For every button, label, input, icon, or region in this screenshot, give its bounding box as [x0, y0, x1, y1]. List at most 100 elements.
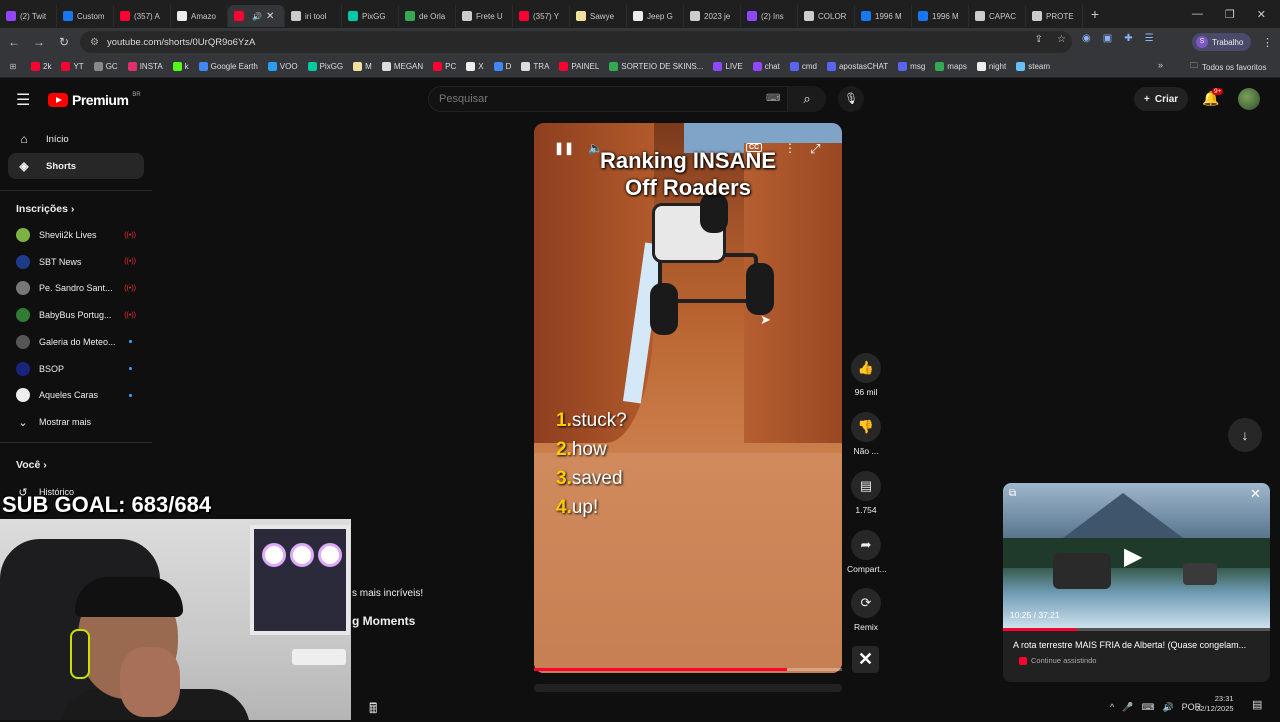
- apps-grid-icon[interactable]: ⊞: [0, 62, 26, 71]
- bookmark-item[interactable]: TRA: [516, 62, 554, 71]
- close-icon[interactable]: ✕: [852, 646, 879, 673]
- reload-icon[interactable]: ↻: [53, 35, 75, 49]
- remix-button[interactable]: ⟳ Remix: [847, 588, 885, 632]
- notification-center-icon[interactable]: ▤: [1252, 698, 1262, 711]
- bookmark-item[interactable]: cmd: [785, 62, 822, 71]
- site-info-icon[interactable]: ⚙: [90, 37, 99, 48]
- browser-tab[interactable]: Amazo: [171, 5, 228, 27]
- search-button[interactable]: ⌕: [788, 86, 826, 112]
- bookmark-item[interactable]: night: [972, 62, 1011, 71]
- bookmark-item[interactable]: maps: [930, 62, 972, 71]
- bookmark-item[interactable]: D: [489, 62, 517, 71]
- keyboard-icon[interactable]: ⌨: [766, 93, 780, 104]
- extensions-puzzle-icon[interactable]: ✚: [1124, 33, 1132, 44]
- all-bookmarks-button[interactable]: 🗀 Todos os favoritos: [1190, 60, 1266, 74]
- expand-icon[interactable]: ⧉: [1009, 488, 1016, 499]
- subscription-item[interactable]: Aqueles Caras: [16, 385, 136, 405]
- bookmark-item[interactable]: LIVE: [708, 62, 747, 71]
- youtube-logo[interactable]: Premium BR: [48, 92, 141, 108]
- microphone-tray-icon[interactable]: 🎤: [1122, 702, 1133, 713]
- menu-icon[interactable]: ☰: [16, 90, 30, 110]
- bookmark-item[interactable]: k: [168, 62, 194, 71]
- captions-icon[interactable]: CC: [746, 143, 763, 152]
- search-input[interactable]: Pesquisar: [428, 86, 788, 112]
- bookmark-item[interactable]: 2k: [26, 62, 56, 71]
- bookmark-item[interactable]: X: [461, 62, 488, 71]
- restore-icon[interactable]: ❐: [1225, 8, 1235, 21]
- voice-search-button[interactable]: 🎙: [838, 86, 864, 112]
- close-miniplayer-icon[interactable]: ✕: [1250, 486, 1261, 502]
- browser-tab[interactable]: 🔊 ✕: [228, 5, 285, 27]
- browser-tab[interactable]: PixGG: [342, 5, 399, 27]
- subscriptions-heading[interactable]: Inscrições ›: [16, 203, 74, 215]
- browser-tab[interactable]: Custom: [57, 5, 114, 27]
- volume-icon[interactable]: 🔈: [588, 141, 603, 155]
- sidebar-item-shorts[interactable]: ◈ Shorts: [8, 153, 144, 179]
- browser-tab[interactable]: (2) Twit: [0, 5, 57, 27]
- browser-tab[interactable]: 2023 je: [684, 5, 741, 27]
- bookmark-item[interactable]: INSTA: [123, 62, 168, 71]
- extension-audio-icon[interactable]: ◉: [1082, 33, 1091, 44]
- bookmark-item[interactable]: GC: [89, 62, 123, 71]
- bookmark-item[interactable]: SORTEIO DE SKINS...: [604, 62, 708, 71]
- subscription-item[interactable]: BSOP: [16, 359, 136, 379]
- subscription-item[interactable]: Pe. Sandro Sant... ((•)): [16, 278, 136, 298]
- bookmark-item[interactable]: MEGAN: [377, 62, 428, 71]
- account-avatar[interactable]: [1238, 88, 1260, 110]
- browser-tab[interactable]: (357) A: [114, 5, 171, 27]
- shorts-video-player[interactable]: [534, 123, 842, 673]
- bookmark-item[interactable]: steam: [1011, 62, 1055, 71]
- browser-tab[interactable]: de Orla: [399, 5, 456, 27]
- tab-close-icon[interactable]: ✕: [266, 11, 274, 22]
- subscription-item[interactable]: Shevii2k Lives ((•)): [16, 225, 136, 245]
- bookmark-item[interactable]: YT: [56, 62, 88, 71]
- bookmark-item[interactable]: PixGG: [303, 62, 349, 71]
- browser-tab[interactable]: 1996 M: [912, 5, 969, 27]
- like-button[interactable]: 👍 96 mil: [847, 353, 885, 397]
- extension-icon[interactable]: ▣: [1103, 33, 1112, 44]
- network-icon[interactable]: ⌨: [1141, 702, 1154, 713]
- sidebar-item-home[interactable]: ⌂ Início: [8, 126, 144, 152]
- browser-tab[interactable]: Sawye: [570, 5, 627, 27]
- subscription-item[interactable]: Galeria do Meteo...: [16, 332, 136, 352]
- fullscreen-icon[interactable]: ⤢: [810, 141, 820, 157]
- volume-tray-icon[interactable]: 🔊: [1162, 702, 1173, 713]
- browser-menu-icon[interactable]: ⋮: [1262, 36, 1273, 49]
- browser-tab[interactable]: Jeep G: [627, 5, 684, 27]
- dislike-button[interactable]: 👎 Não ...: [847, 412, 885, 456]
- bookmark-item[interactable]: Google Earth: [194, 62, 263, 71]
- tray-overflow-icon[interactable]: ^: [1110, 702, 1114, 712]
- browser-tab[interactable]: PROTE: [1026, 5, 1083, 27]
- new-tab-icon[interactable]: +: [1083, 6, 1107, 22]
- bookmark-item[interactable]: VOO: [263, 62, 303, 71]
- browser-tab[interactable]: (2) Ins: [741, 5, 798, 27]
- bookmarks-overflow-icon[interactable]: »: [1158, 60, 1163, 70]
- url-bar[interactable]: ⚙ youtube.com/shorts/0UrQR9o6YzA ⇪ ☆: [80, 31, 1072, 53]
- play-icon[interactable]: ▶: [1124, 542, 1142, 571]
- reading-list-icon[interactable]: ☰: [1145, 33, 1154, 44]
- you-heading[interactable]: Você ›: [16, 459, 47, 471]
- mini-player[interactable]: [1003, 483, 1270, 682]
- bookmark-item[interactable]: PC: [428, 62, 461, 71]
- mini-player-title[interactable]: A rota terrestre MAIS FRIA de Alberta! (…: [1013, 640, 1263, 650]
- bookmark-item[interactable]: PAINEL: [554, 62, 604, 71]
- more-options-icon[interactable]: ⋮: [784, 141, 796, 155]
- subscription-item[interactable]: BabyBus Portug... ((•)): [16, 305, 136, 325]
- browser-tab[interactable]: Frete U: [456, 5, 513, 27]
- minimize-icon[interactable]: —: [1192, 8, 1203, 20]
- close-window-icon[interactable]: ✕: [1257, 8, 1266, 21]
- calculator-icon[interactable]: 🖩: [369, 698, 377, 722]
- browser-tab[interactable]: (357) Y: [513, 5, 570, 27]
- browser-tab[interactable]: 1996 M: [855, 5, 912, 27]
- browser-tab[interactable]: CAPAC: [969, 5, 1026, 27]
- bookmark-item[interactable]: msg: [893, 62, 930, 71]
- browser-tab[interactable]: iri tool: [285, 5, 342, 27]
- bookmark-item[interactable]: M: [348, 62, 377, 71]
- browser-tab[interactable]: COLOR: [798, 5, 855, 27]
- comments-button[interactable]: ▤ 1.754: [847, 471, 885, 515]
- forward-icon[interactable]: →: [28, 35, 50, 49]
- create-button[interactable]: + Criar: [1134, 87, 1189, 111]
- bookmark-star-icon[interactable]: ☆: [1057, 34, 1066, 45]
- share-button[interactable]: ➦ Compart...: [847, 530, 887, 574]
- taskbar-clock[interactable]: 23:31 22/12/2025: [1196, 694, 1234, 714]
